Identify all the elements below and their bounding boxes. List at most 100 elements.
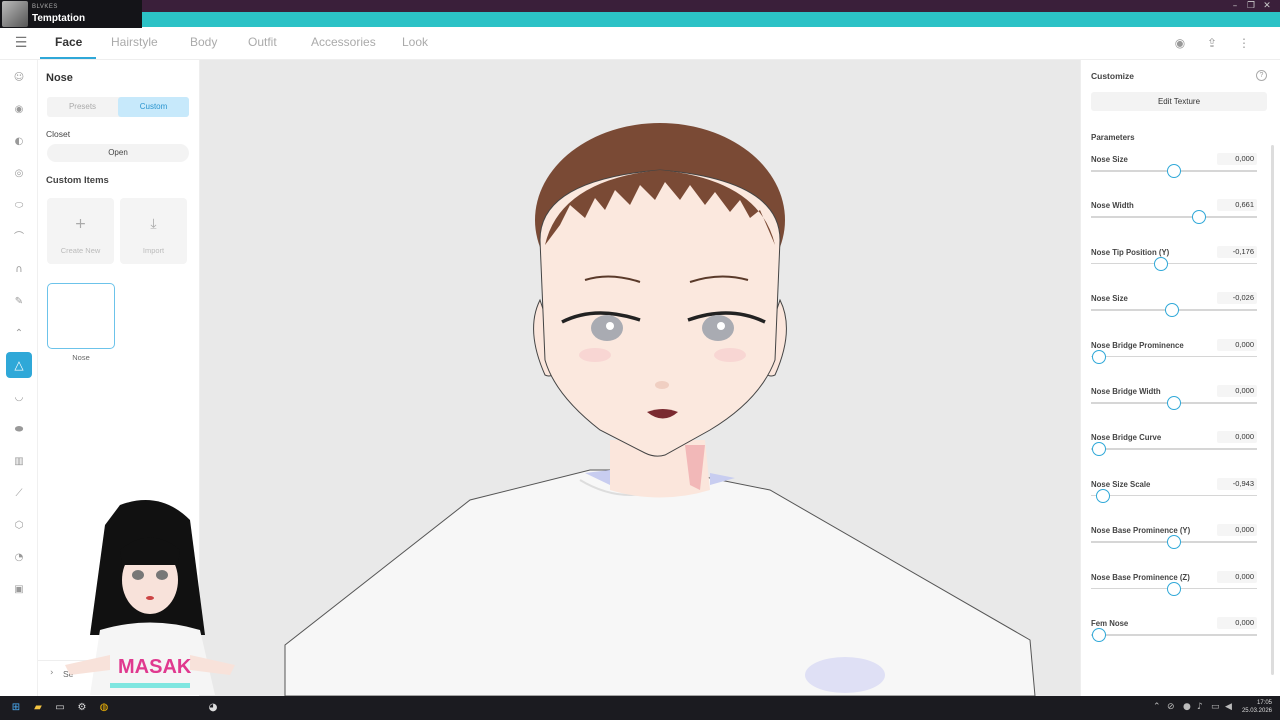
top-strip: – ❐ ✕ xyxy=(0,0,1280,12)
param-label: Nose Width xyxy=(1091,201,1134,211)
more-icon[interactable]: ⋮ xyxy=(1236,35,1252,51)
tab-hairstyle[interactable]: Hairstyle xyxy=(111,27,158,60)
slider-handle[interactable] xyxy=(1153,256,1168,271)
param-value-field[interactable]: 0,000 xyxy=(1217,338,1257,351)
param-value-field[interactable]: -0,176 xyxy=(1217,245,1257,258)
share-icon[interactable]: ⇪ xyxy=(1204,35,1220,51)
microphone-icon[interactable]: ♪ xyxy=(1197,702,1203,712)
tab-look[interactable]: Look xyxy=(402,27,428,60)
param-value-field[interactable]: 0,661 xyxy=(1217,199,1257,212)
restore-icon[interactable]: ❐ xyxy=(1244,0,1258,12)
date-text: 25.03.2026 xyxy=(1241,708,1272,714)
steam-icon[interactable]: ◕ xyxy=(205,700,221,716)
slider-handle[interactable] xyxy=(1165,303,1180,318)
nose-icon[interactable]: △ xyxy=(6,352,32,378)
param-value-field[interactable]: -0,943 xyxy=(1217,477,1257,490)
param-slider[interactable]: Fem Nose 0,000 xyxy=(1091,617,1257,659)
start-icon[interactable]: ⊞ xyxy=(8,700,24,716)
tray-chevron-icon[interactable]: ⌃ xyxy=(1153,702,1161,712)
volume-icon[interactable]: ◀ xyxy=(1225,702,1232,712)
panel-scrollbar[interactable] xyxy=(1271,145,1274,675)
slider-handle[interactable] xyxy=(1095,488,1110,503)
minimize-icon[interactable]: – xyxy=(1228,0,1242,12)
customize-panel: Customize ? Edit Texture Parameters Nose… xyxy=(1080,60,1280,696)
param-slider[interactable]: Nose Size Scale -0,943 xyxy=(1091,477,1257,520)
slider-handle[interactable] xyxy=(1092,349,1107,364)
param-slider[interactable]: Nose Bridge Prominence 0,000 xyxy=(1091,338,1257,381)
eye-shape-icon[interactable]: ◎ xyxy=(9,164,29,184)
param-slider[interactable]: Nose Size -0,026 xyxy=(1091,292,1257,334)
mouth-icon[interactable]: ◡ xyxy=(9,388,29,408)
param-slider[interactable]: Nose Tip Position (Y) -0,176 xyxy=(1091,245,1257,288)
camera-icon[interactable]: ◉ xyxy=(1172,35,1188,51)
param-value-field[interactable]: 0,000 xyxy=(1217,570,1257,583)
import-tile[interactable]: ⤓ Import xyxy=(120,198,187,264)
slider-handle[interactable] xyxy=(1167,396,1181,410)
presets-option[interactable]: Presets xyxy=(47,97,118,117)
param-value-field[interactable]: 0,000 xyxy=(1217,153,1257,165)
slider-handle[interactable] xyxy=(1167,164,1181,178)
tongue-icon[interactable]: ⟋ xyxy=(9,484,29,504)
param-slider[interactable]: Nose Base Prominence (Z) 0,000 xyxy=(1091,570,1257,613)
eyebrow-icon[interactable]: ∩ xyxy=(9,260,29,280)
param-slider[interactable]: Nose Bridge Width 0,000 xyxy=(1091,385,1257,427)
eyelash-icon[interactable]: ⌒ xyxy=(9,228,29,248)
param-value-field[interactable]: -0,026 xyxy=(1217,292,1257,305)
head-shape-icon[interactable]: ⬡ xyxy=(9,516,29,536)
slider-handle[interactable] xyxy=(1092,628,1107,642)
slider-track[interactable] xyxy=(1091,216,1257,218)
folder-icon[interactable]: ▰ xyxy=(30,700,46,716)
eye-icon[interactable]: ◉ xyxy=(9,100,29,120)
param-label: Nose Bridge Width xyxy=(1091,387,1161,396)
param-slider[interactable]: Nose Width 0,661 xyxy=(1091,199,1257,241)
clock[interactable]: 17:05 25.03.2026 xyxy=(1242,699,1272,715)
custom-option[interactable]: Custom xyxy=(118,97,189,117)
tray-status-icon[interactable]: ● xyxy=(1183,702,1191,712)
slider-handle[interactable] xyxy=(1191,210,1206,225)
chrome-icon[interactable]: ◍ xyxy=(96,700,112,716)
param-slider[interactable]: Nose Base Prominence (Y) 0,000 xyxy=(1091,524,1257,566)
nose-item-tile[interactable] xyxy=(47,283,115,349)
menu-icon[interactable]: ☰ xyxy=(13,35,29,51)
network-icon[interactable]: ▭ xyxy=(1211,702,1220,712)
slider-handle[interactable] xyxy=(1167,535,1181,550)
slider-track[interactable] xyxy=(1091,494,1257,497)
settings-icon[interactable]: ⚙ xyxy=(74,700,90,716)
edit-texture-button[interactable]: Edit Texture xyxy=(1091,92,1267,111)
param-value-field[interactable]: 0,000 xyxy=(1217,524,1257,537)
create-new-tile[interactable]: + Create New xyxy=(47,198,114,264)
iris-icon[interactable]: ◐ xyxy=(9,132,29,152)
open-closet-button[interactable]: Open xyxy=(47,144,189,162)
avatar-viewport[interactable] xyxy=(200,60,1080,696)
param-slider[interactable]: Nose Size 0,000 xyxy=(1091,153,1257,195)
eyelid-icon[interactable]: ⌃ xyxy=(9,324,29,344)
slider-track[interactable] xyxy=(1091,355,1257,358)
tray-app-icon[interactable]: ⊘ xyxy=(1167,702,1175,712)
slider-track[interactable] xyxy=(1091,262,1257,265)
slider-handle[interactable] xyxy=(1167,581,1181,596)
slider-track[interactable] xyxy=(1091,448,1257,450)
face-icon[interactable]: ☺ xyxy=(9,68,29,88)
parameters-label: Parameters xyxy=(1091,133,1135,142)
tab-face[interactable]: Face xyxy=(55,27,82,60)
teeth-icon[interactable]: ▥ xyxy=(9,452,29,472)
tab-accessories[interactable]: Accessories xyxy=(311,27,376,60)
param-value-field[interactable]: 0,000 xyxy=(1217,617,1257,629)
slider-track[interactable] xyxy=(1091,634,1257,636)
tab-outfit[interactable]: Outfit xyxy=(248,27,277,60)
tab-body[interactable]: Body xyxy=(190,27,217,60)
param-label: Nose Base Prominence (Y) xyxy=(1091,526,1191,536)
eye-white-icon[interactable]: ⬭ xyxy=(9,196,29,216)
ear-icon[interactable]: ◔ xyxy=(9,548,29,568)
param-value-field[interactable]: 0,000 xyxy=(1217,385,1257,397)
param-slider[interactable]: Nose Bridge Curve 0,000 xyxy=(1091,431,1257,473)
help-icon[interactable]: ? xyxy=(1256,70,1267,81)
param-value-field[interactable]: 0,000 xyxy=(1217,431,1257,444)
slider-handle[interactable] xyxy=(1092,442,1107,457)
track-title: Temptation xyxy=(32,13,86,24)
brush-icon[interactable]: ✎ xyxy=(9,292,29,312)
lips-icon[interactable]: ⬬ xyxy=(9,420,29,440)
app-icon[interactable]: ▭ xyxy=(52,700,68,716)
close-icon[interactable]: ✕ xyxy=(1260,0,1274,12)
expression-icon[interactable]: ▣ xyxy=(9,580,29,600)
